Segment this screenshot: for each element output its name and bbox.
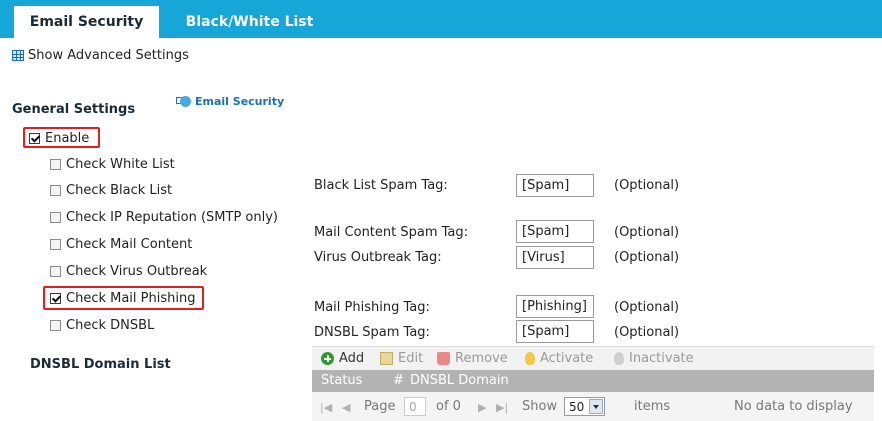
chevron-down-icon bbox=[589, 399, 604, 414]
column-status[interactable]: Status bbox=[321, 373, 362, 388]
inactivate-label: Inactivate bbox=[629, 351, 694, 366]
check-mail-content-label: Check Mail Content bbox=[66, 237, 193, 252]
items-per-page-value: 50 bbox=[569, 399, 585, 414]
check-white-list-checkbox[interactable] bbox=[50, 159, 61, 170]
help-link-label: Email Security bbox=[195, 95, 285, 108]
check-mail-content-row[interactable]: Check Mail Content bbox=[50, 237, 192, 252]
items-label: items bbox=[634, 399, 671, 414]
last-page-icon[interactable]: ▶| bbox=[496, 401, 508, 414]
table-icon bbox=[12, 50, 24, 61]
dnsbl-domain-list-title: DNSBL Domain List bbox=[30, 357, 171, 372]
check-white-list-row[interactable]: Check White List bbox=[50, 157, 175, 172]
general-settings-title: General Settings bbox=[12, 102, 136, 117]
mail-phishing-optional: (Optional) bbox=[614, 300, 680, 315]
tab-bar: Email Security Black/White List bbox=[0, 0, 882, 38]
trash-icon bbox=[437, 352, 450, 365]
bulb-off-icon bbox=[614, 352, 624, 365]
column-dnsbl-domain[interactable]: DNSBL Domain bbox=[410, 373, 509, 388]
help-icon bbox=[176, 95, 191, 108]
bulb-icon bbox=[525, 352, 535, 365]
previous-page-icon[interactable]: ◀ bbox=[342, 401, 350, 414]
show-advanced-settings-label: Show Advanced Settings bbox=[28, 48, 189, 63]
first-page-icon[interactable]: |◀ bbox=[320, 401, 332, 414]
check-black-list-row[interactable]: Check Black List bbox=[50, 183, 172, 198]
empty-text: No data to display bbox=[734, 399, 853, 414]
page-input[interactable] bbox=[404, 397, 426, 416]
check-dnsbl-row[interactable]: Check DNSBL bbox=[50, 318, 154, 333]
remove-label: Remove bbox=[455, 351, 508, 366]
check-virus-outbreak-label: Check Virus Outbreak bbox=[66, 264, 208, 279]
dnsbl-table-header: Status # DNSBL Domain bbox=[312, 370, 874, 392]
check-mail-content-checkbox[interactable] bbox=[50, 239, 61, 250]
page-label: Page bbox=[364, 399, 396, 414]
edit-icon bbox=[380, 352, 393, 365]
virus-outbreak-optional: (Optional) bbox=[614, 250, 680, 265]
email-security-help-link[interactable]: Email Security bbox=[176, 95, 284, 108]
mail-phishing-tag-input[interactable] bbox=[516, 295, 594, 318]
black-list-optional: (Optional) bbox=[614, 178, 680, 193]
column-number[interactable]: # bbox=[393, 373, 404, 388]
check-ip-reputation-label: Check IP Reputation (SMTP only) bbox=[66, 210, 278, 225]
mail-phishing-highlight bbox=[43, 286, 204, 310]
check-white-list-label: Check White List bbox=[66, 157, 175, 172]
dnsbl-toolbar: Add Edit Remove Activate Inactivate bbox=[312, 346, 874, 370]
black-list-spam-tag-input[interactable] bbox=[516, 174, 594, 197]
add-icon bbox=[321, 352, 334, 365]
dnsbl-spam-tag-label: DNSBL Spam Tag: bbox=[314, 325, 430, 340]
tab-black-white-list[interactable]: Black/White List bbox=[172, 6, 327, 38]
dnsbl-spam-tag-input[interactable] bbox=[516, 320, 594, 343]
mail-content-spam-tag-input[interactable] bbox=[516, 220, 594, 243]
tab-email-security[interactable]: Email Security bbox=[14, 6, 159, 38]
black-list-spam-tag-label: Black List Spam Tag: bbox=[314, 178, 448, 193]
virus-outbreak-tag-label: Virus Outbreak Tag: bbox=[314, 250, 442, 265]
next-page-icon[interactable]: ▶ bbox=[478, 401, 486, 414]
mail-content-optional: (Optional) bbox=[614, 225, 680, 240]
add-label: Add bbox=[339, 351, 365, 366]
check-dnsbl-label: Check DNSBL bbox=[66, 318, 155, 333]
mail-phishing-tag-label: Mail Phishing Tag: bbox=[314, 300, 430, 315]
add-button[interactable]: Add bbox=[321, 351, 364, 366]
activate-button[interactable]: Activate bbox=[525, 351, 593, 366]
mail-content-spam-tag-label: Mail Content Spam Tag: bbox=[314, 225, 469, 240]
dnsbl-pager: |◀ ◀ Page of 0 ▶ ▶| Show 50 items No dat… bbox=[312, 392, 874, 421]
remove-button[interactable]: Remove bbox=[437, 351, 508, 366]
edit-label: Edit bbox=[398, 351, 424, 366]
check-dnsbl-checkbox[interactable] bbox=[50, 320, 61, 331]
check-virus-outbreak-row[interactable]: Check Virus Outbreak bbox=[50, 264, 207, 279]
check-black-list-label: Check Black List bbox=[66, 183, 173, 198]
items-per-page-select[interactable]: 50 bbox=[564, 397, 606, 416]
of-label: of 0 bbox=[436, 399, 461, 414]
show-advanced-settings-link[interactable]: Show Advanced Settings bbox=[12, 48, 189, 63]
show-label: Show bbox=[522, 399, 558, 414]
check-virus-outbreak-checkbox[interactable] bbox=[50, 266, 61, 277]
check-black-list-checkbox[interactable] bbox=[50, 185, 61, 196]
check-ip-reputation-checkbox[interactable] bbox=[50, 212, 61, 223]
enable-highlight bbox=[23, 127, 100, 148]
edit-button[interactable]: Edit bbox=[380, 351, 423, 366]
activate-label: Activate bbox=[540, 351, 594, 366]
dnsbl-optional: (Optional) bbox=[614, 325, 680, 340]
check-ip-reputation-row[interactable]: Check IP Reputation (SMTP only) bbox=[50, 210, 278, 225]
inactivate-button[interactable]: Inactivate bbox=[614, 351, 694, 366]
virus-outbreak-tag-input[interactable] bbox=[516, 246, 594, 269]
